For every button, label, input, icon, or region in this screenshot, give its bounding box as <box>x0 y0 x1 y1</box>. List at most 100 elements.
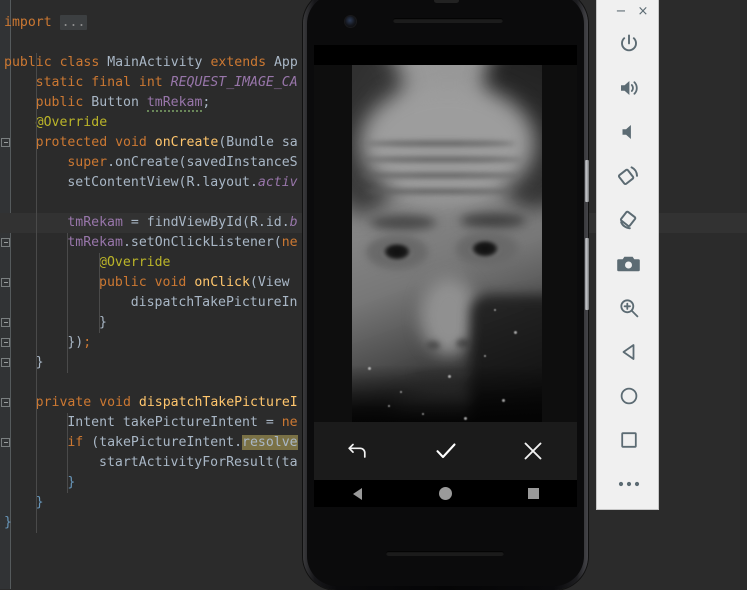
checkmark-icon <box>433 438 459 464</box>
code-token: setContentView(R.layout. <box>67 175 258 190</box>
code-token: tmRekam <box>146 95 203 112</box>
volume-down-icon <box>617 120 641 144</box>
code-token: void <box>99 395 139 410</box>
rotate-left-button[interactable] <box>597 154 660 198</box>
code-token: } <box>99 315 107 330</box>
nav-recents-button[interactable] <box>489 480 577 507</box>
code-token: dispatchTakePictureI <box>138 395 298 410</box>
code-token: ne <box>281 415 298 430</box>
code-token: void <box>154 275 195 290</box>
code-token: ; <box>202 95 211 110</box>
code-token: b <box>289 215 298 230</box>
square-recents-icon <box>527 488 539 499</box>
rotate-left-icon <box>616 163 642 189</box>
indent-guide <box>99 253 101 333</box>
code-token: (takePictureIntent. <box>91 435 243 450</box>
power-icon <box>617 32 641 56</box>
code-token: void <box>115 135 155 150</box>
device-volume-side-button[interactable] <box>585 238 589 310</box>
code-token: @Override <box>99 255 171 270</box>
code-token: dispatchTakePictureIn <box>130 295 298 310</box>
screenshot-button[interactable] <box>597 242 660 286</box>
volume-up-button[interactable] <box>597 66 660 110</box>
code-token: } <box>4 515 12 530</box>
code-token: App <box>273 55 298 70</box>
code-token: REQUEST_IMAGE_CA <box>170 75 298 90</box>
code-token: protected <box>35 135 116 150</box>
earpiece-speaker <box>393 18 503 23</box>
rotate-right-button[interactable] <box>597 198 660 242</box>
code-token: public <box>4 55 60 70</box>
power-button[interactable] <box>597 22 660 66</box>
code-token: (Bundle sa <box>218 135 298 150</box>
minimize-button[interactable]: − <box>614 4 628 18</box>
close-button[interactable]: × <box>636 4 650 18</box>
magnifier-plus-icon <box>617 296 641 320</box>
retake-button[interactable] <box>314 422 402 480</box>
home-button[interactable] <box>597 374 660 418</box>
extended-controls-button[interactable] <box>597 462 660 506</box>
device-power-side-button[interactable] <box>585 160 589 202</box>
code-token: ; <box>83 335 92 350</box>
code-token: public <box>99 275 155 290</box>
back-button[interactable] <box>597 330 660 374</box>
code-token: private <box>35 395 100 410</box>
volume-up-icon <box>617 76 641 100</box>
confirm-button[interactable] <box>402 422 490 480</box>
code-token: extends <box>210 55 274 70</box>
code-token: .setOnClickListener( <box>122 235 282 250</box>
code-token: int <box>138 75 171 90</box>
android-emulator-device-window[interactable] <box>303 0 589 590</box>
code-token: = findViewById(R.id. <box>122 215 290 230</box>
phone-bezel <box>303 0 589 590</box>
android-navigation-bar[interactable] <box>314 480 577 507</box>
code-token: ... <box>59 15 88 30</box>
circle-home-icon <box>439 487 452 500</box>
code-token: Intent takePictureIntent = <box>67 415 282 430</box>
code-token: tmRekam <box>67 215 123 230</box>
code-token: MainActivity <box>107 55 211 70</box>
zoom-button[interactable] <box>597 286 660 330</box>
code-token: Button <box>91 95 147 110</box>
close-x-icon <box>522 440 544 462</box>
code-token: } <box>67 475 76 490</box>
code-token: ne <box>281 235 298 250</box>
overview-button[interactable] <box>597 418 660 462</box>
device-screen[interactable] <box>314 45 577 507</box>
ellipsis-icon <box>616 480 642 488</box>
code-token: if <box>67 435 92 450</box>
code-token: tmRekam <box>67 235 123 250</box>
camera-review-action-bar[interactable] <box>314 422 577 480</box>
code-token: resolve <box>242 435 298 450</box>
code-token: class <box>59 55 108 70</box>
code-token: @Override <box>35 115 108 130</box>
front-camera-lens <box>345 16 356 27</box>
indent-guide <box>35 53 37 533</box>
code-token: super <box>67 155 108 170</box>
code-token: .onCreate(savedInstanceS <box>107 155 298 170</box>
emulator-toolbar-titlebar[interactable]: − × <box>597 0 658 22</box>
triangle-back-icon <box>618 341 640 363</box>
captured-photo-preview <box>314 65 577 422</box>
top-sensor-slot <box>434 0 459 3</box>
code-token: import <box>4 15 60 30</box>
code-token: }) <box>67 335 84 350</box>
square-overview-icon <box>618 429 640 451</box>
photo-image <box>352 65 542 422</box>
emulator-toolbar-panel[interactable]: − × <box>596 0 659 510</box>
nav-back-button[interactable] <box>314 480 402 507</box>
code-token: (View <box>249 275 298 290</box>
circle-home-icon <box>618 385 640 407</box>
code-token: activ <box>257 175 298 190</box>
volume-down-button[interactable] <box>597 110 660 154</box>
code-token: onCreate <box>154 135 219 150</box>
indent-guide <box>67 413 69 493</box>
rotate-right-icon <box>616 207 642 233</box>
code-token: } <box>35 495 44 510</box>
cancel-button[interactable] <box>489 422 577 480</box>
code-token: final <box>91 75 139 90</box>
nav-home-button[interactable] <box>402 480 490 507</box>
code-token: onClick <box>194 275 250 290</box>
camera-icon <box>616 251 642 277</box>
undo-arrow-icon <box>346 439 370 463</box>
